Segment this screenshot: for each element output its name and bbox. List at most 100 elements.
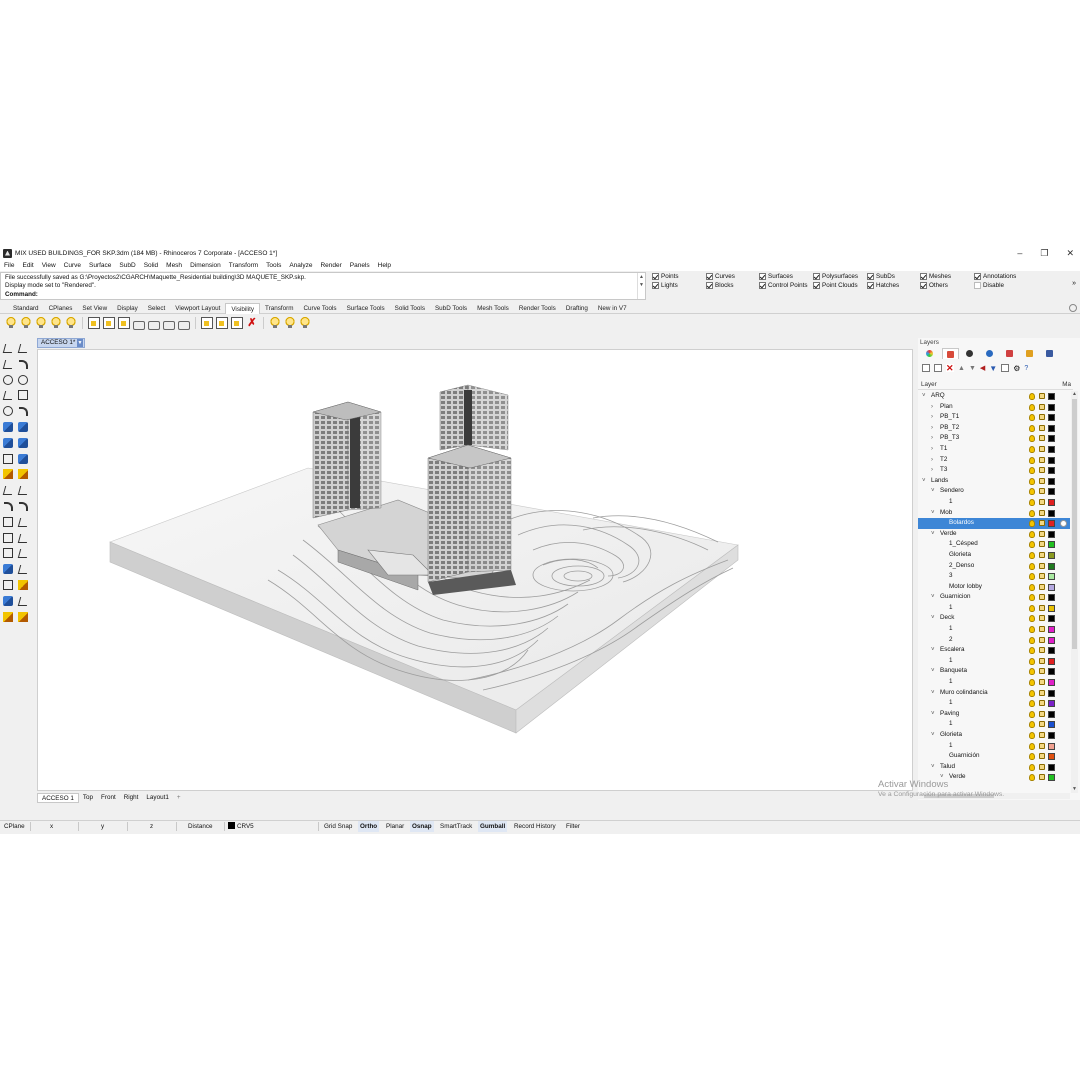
gumball-icon[interactable] [3, 469, 13, 480]
tab-surface-tools[interactable]: Surface Tools [342, 303, 390, 314]
filter-toggle[interactable]: Filter [566, 821, 580, 832]
layer-lock-icon[interactable] [1039, 445, 1045, 452]
layer-visibility-bulb-icon[interactable] [1029, 477, 1035, 485]
checkbox[interactable] [652, 273, 659, 280]
layer-row[interactable]: Glorieta [918, 550, 1070, 561]
layer-visibility-bulb-icon[interactable] [1029, 445, 1035, 453]
layer-color-swatch[interactable] [1048, 626, 1055, 634]
expand-chevron-down-icon[interactable]: ˅ [931, 709, 935, 720]
materials-tab-icon[interactable] [982, 348, 999, 359]
layer-lock-icon[interactable] [1039, 541, 1045, 548]
layer-color-swatch[interactable] [1048, 435, 1055, 443]
filter-surfaces[interactable]: Surfaces [759, 273, 793, 280]
copy-icon[interactable] [3, 532, 13, 543]
layer-icon[interactable] [3, 595, 13, 606]
box-icon[interactable] [3, 437, 13, 448]
layer-lock-icon[interactable] [1039, 710, 1045, 717]
show-in-detail-icon[interactable] [103, 317, 115, 329]
layer-lock-icon[interactable] [1039, 679, 1045, 686]
layer-lock-icon[interactable] [1039, 615, 1045, 622]
checkbox[interactable] [652, 282, 659, 289]
layer-row[interactable]: ˅ ARQ [918, 391, 1070, 402]
text-tool-icon[interactable] [3, 516, 13, 527]
layer-row[interactable]: › PB_T3 [918, 433, 1070, 444]
layer-color-swatch[interactable] [1048, 424, 1055, 432]
checkbox[interactable] [813, 273, 820, 280]
grid-icon[interactable] [17, 565, 30, 575]
viewport-title-tab[interactable]: ACCESO 1* ▼ [37, 338, 85, 348]
tab-curve-tools[interactable]: Curve Tools [298, 303, 341, 314]
layer-row[interactable]: › T1 [918, 444, 1070, 455]
layer-color-swatch[interactable] [1048, 710, 1055, 718]
layer-lock-icon[interactable] [1039, 668, 1045, 675]
layer-visibility-bulb-icon[interactable] [1029, 742, 1035, 750]
checkbox[interactable] [706, 282, 713, 289]
layer-lock-icon[interactable] [1039, 604, 1045, 611]
checkbox[interactable] [920, 282, 927, 289]
delete-layer-icon[interactable]: ✕ [946, 364, 954, 373]
filter-point-clouds[interactable]: Point Clouds [813, 282, 858, 289]
layer-row[interactable]: 1 [918, 741, 1070, 752]
menu-panels[interactable]: Panels [350, 262, 370, 269]
expand-chevron-down-icon[interactable]: ˅ [931, 666, 935, 677]
layer-lock-icon[interactable] [1039, 456, 1045, 463]
isolate-lock-icon[interactable] [299, 317, 311, 329]
disable-clipping-icon[interactable]: ✗ [246, 317, 258, 329]
layer-visibility-bulb-icon[interactable] [1029, 551, 1035, 559]
move-up-icon[interactable]: ▲ [958, 365, 965, 372]
layer-visibility-bulb-icon[interactable] [1029, 615, 1035, 623]
layer-color-swatch[interactable] [1048, 668, 1055, 676]
tab-drafting[interactable]: Drafting [561, 303, 593, 314]
layer-row[interactable]: ˅ Mob [918, 508, 1070, 519]
layer-color-swatch[interactable] [1048, 541, 1055, 549]
layer-color-swatch[interactable] [1048, 594, 1055, 602]
isolate-icon[interactable] [269, 317, 281, 329]
layer-color-swatch[interactable] [1048, 753, 1055, 761]
viewport-acceso-1[interactable] [37, 349, 913, 791]
tab-select[interactable]: Select [143, 303, 171, 314]
tab-mesh-tools[interactable]: Mesh Tools [472, 303, 514, 314]
menu-solid[interactable]: Solid [144, 262, 158, 269]
layer-visibility-bulb-icon[interactable] [1029, 647, 1035, 655]
layer-color-swatch[interactable] [1048, 414, 1055, 422]
layer-lock-icon[interactable] [1039, 689, 1045, 696]
layer-row[interactable]: ˅ Glorieta [918, 730, 1070, 741]
new-layer-icon[interactable] [922, 364, 930, 372]
curve-icon[interactable] [19, 359, 28, 369]
layer-visibility-bulb-icon[interactable] [1029, 689, 1035, 697]
layer-visibility-bulb-icon[interactable] [1029, 488, 1035, 496]
hide-in-layout-icon[interactable] [118, 317, 130, 329]
sphere-icon[interactable] [18, 437, 28, 448]
explode-icon[interactable] [18, 469, 28, 480]
filter-others[interactable]: Others [920, 282, 948, 289]
layer-row[interactable]: ˅ Talud [918, 762, 1070, 773]
unisolate-icon[interactable] [284, 317, 296, 329]
viewport-tab-front[interactable]: Front [97, 793, 120, 803]
layer-lock-icon[interactable] [1039, 721, 1045, 728]
layer-visibility-bulb-icon[interactable] [1029, 509, 1035, 517]
viewport-tab-right[interactable]: Right [120, 793, 143, 803]
expand-chevron-right-icon[interactable]: › [931, 444, 933, 455]
show-selected-icon[interactable] [35, 317, 47, 329]
analyze-icon[interactable] [3, 564, 13, 575]
layer-row[interactable]: › Plan [918, 402, 1070, 413]
layer-row[interactable]: ˅ Escalera [918, 645, 1070, 656]
hide-in-view-icon[interactable] [50, 317, 62, 329]
layer-visibility-bulb-icon[interactable] [1029, 679, 1035, 687]
hide-in-detail-icon[interactable] [88, 317, 100, 329]
layer-color-swatch[interactable] [1048, 498, 1055, 506]
filter-disable[interactable]: Disable [974, 282, 1004, 289]
layer-color-swatch[interactable] [1048, 647, 1055, 655]
polygon-icon[interactable] [3, 406, 13, 417]
menu-surface[interactable]: Surface [89, 262, 111, 269]
layer-row[interactable]: 1 [918, 656, 1070, 667]
layer-visibility-bulb-icon[interactable] [1029, 763, 1035, 771]
filter-polysurfaces[interactable]: Polysurfaces [813, 273, 858, 280]
layer-row[interactable]: › T3 [918, 465, 1070, 476]
checkbox[interactable] [974, 273, 981, 280]
filter-blocks[interactable]: Blocks [706, 282, 734, 289]
maximize-button[interactable]: ❐ [1040, 248, 1048, 259]
minimize-button[interactable]: – [1017, 248, 1022, 258]
menu-mesh[interactable]: Mesh [166, 262, 182, 269]
tab-visibility[interactable]: Visibility [225, 302, 260, 314]
